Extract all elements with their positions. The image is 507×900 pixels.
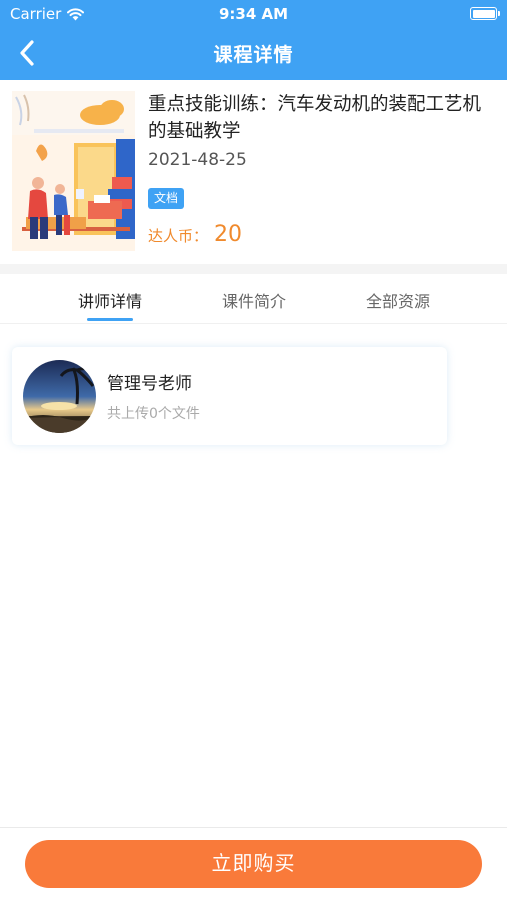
buy-now-button[interactable]: 立即购买	[25, 840, 482, 888]
navigation-bar: 课程详情	[0, 30, 507, 76]
coin-value: 20	[214, 222, 243, 247]
course-date: 2021-48-25	[148, 150, 247, 170]
battery-icon	[470, 7, 500, 20]
course-summary: 重点技能训练：汽车发动机的装配工艺机的基础教学 2021-48-25 文档 达人…	[0, 80, 507, 264]
status-time: 9:34 AM	[218, 5, 289, 23]
tab-all-resources[interactable]: 全部资源	[338, 288, 458, 312]
teacher-name: 管理号老师	[107, 374, 192, 394]
tab-course-intro[interactable]: 课件简介	[194, 288, 314, 312]
course-type-badge: 文档	[148, 188, 185, 209]
page-title: 课程详情	[213, 44, 294, 66]
coin-label: 达人币：	[148, 227, 209, 245]
teacher-avatar	[23, 360, 96, 433]
tab-active-indicator	[87, 318, 133, 321]
bottom-action-bar: 立即购买	[0, 827, 507, 900]
status-bar: Carrier 9:34 AM	[0, 0, 507, 28]
app-header: Carrier 9:34 AM 课程详情	[0, 0, 507, 80]
section-divider	[0, 264, 507, 274]
coin-price: 达人币： 20	[148, 222, 242, 247]
teacher-card[interactable]: 管理号老师 共上传0个文件	[12, 347, 447, 445]
tab-teacher-details[interactable]: 讲师详情	[50, 288, 170, 312]
course-title: 重点技能训练：汽车发动机的装配工艺机的基础教学	[148, 94, 482, 142]
teacher-file-count: 共上传0个文件	[107, 406, 200, 422]
tab-bar: 讲师详情 课件简介 全部资源	[0, 274, 507, 324]
course-thumbnail	[12, 91, 135, 251]
